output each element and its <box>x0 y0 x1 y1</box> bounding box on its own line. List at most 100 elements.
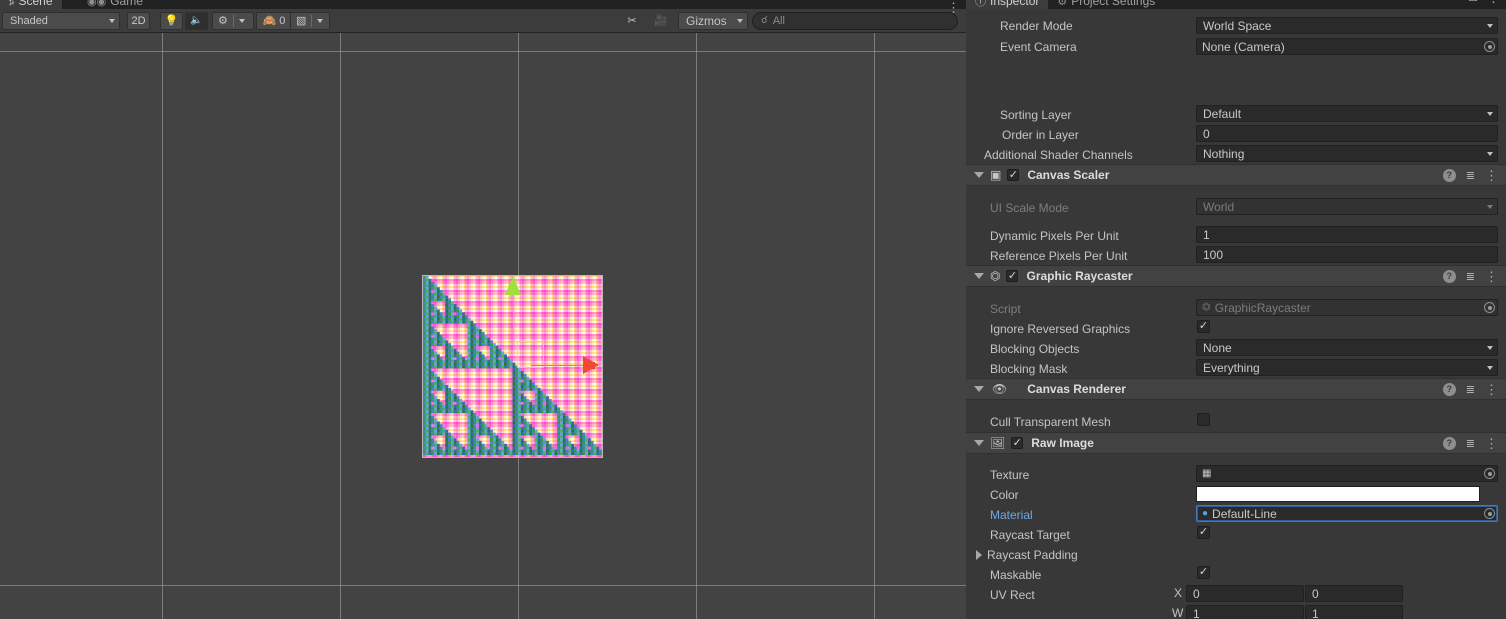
hidden-objects-button[interactable]: 🙈 0 <box>256 12 292 30</box>
blocking-mask-dropdown[interactable]: Everything <box>1196 359 1498 376</box>
gizmo-y-arrow[interactable] <box>505 276 521 295</box>
draw-mode-dropdown[interactable]: Shaded <box>2 12 120 30</box>
component-header-canvas-scaler[interactable]: ▣ ✓ Canvas Scaler ? ≣ ⋮ <box>966 164 1506 186</box>
kebab-menu-icon[interactable]: ⋮ <box>1485 270 1498 283</box>
scene-fx-control[interactable]: ⚙ <box>212 12 254 30</box>
tab-game[interactable]: ◉◉ Game <box>78 0 152 9</box>
tools-icon: ✂ <box>627 14 636 27</box>
scene-search-value: All <box>773 15 785 27</box>
object-picker-icon[interactable] <box>1484 41 1495 52</box>
kebab-menu-icon[interactable]: ⋮ <box>1485 169 1498 182</box>
dynamic-ppu-input[interactable]: 1 <box>1196 226 1498 243</box>
uv-rect-x-input[interactable]: 0 <box>1186 585 1304 602</box>
tab-inspector[interactable]: ⓘ Inspector <box>966 0 1048 9</box>
inspector-icon: ⓘ <box>975 0 986 8</box>
row-raycast-padding[interactable]: Raycast Padding <box>966 545 1078 565</box>
help-icon[interactable]: ? <box>1443 437 1456 450</box>
foldout-arrow-icon[interactable] <box>974 440 984 446</box>
row-event-camera: Event Camera <box>966 37 1077 57</box>
material-object-field[interactable]: ● Default-Line <box>1196 505 1498 522</box>
object-picker-icon[interactable] <box>1484 508 1495 519</box>
order-in-layer-label: Order in Layer <box>1002 128 1079 142</box>
additional-shader-channels-value: Nothing <box>1203 147 1244 161</box>
row-order-in-layer: Order in Layer <box>966 125 1079 145</box>
toggle-2d-button[interactable]: 2D <box>127 12 150 30</box>
color-swatch[interactable] <box>1196 486 1480 502</box>
script-label: Script <box>990 302 1021 316</box>
draw-mode-value: Shaded <box>10 15 48 27</box>
kebab-menu-icon[interactable]: ⋮ <box>1485 437 1498 450</box>
gizmos-control[interactable]: Gizmos <box>678 12 748 30</box>
additional-shader-channels-dropdown[interactable]: Nothing <box>1196 145 1498 162</box>
component-header-icons: ? ≣ ⋮ <box>1443 165 1498 185</box>
component-header-raw-image[interactable]: 🖼 ✓ Raw Image ? ≣ ⋮ <box>966 432 1506 454</box>
blocking-objects-label: Blocking Objects <box>990 342 1079 356</box>
ignore-reversed-checkbox[interactable]: ✓ <box>1197 320 1210 333</box>
foldout-arrow-icon[interactable] <box>974 273 984 279</box>
chevron-down-icon[interactable] <box>312 13 328 29</box>
raycast-target-checkbox[interactable]: ✓ <box>1197 526 1210 539</box>
raw-image-enabled-checkbox[interactable]: ✓ <box>1011 437 1023 449</box>
preset-icon[interactable]: ≣ <box>1466 270 1475 283</box>
scene-tools-button[interactable]: ✂ <box>620 12 644 30</box>
scene-viewport[interactable] <box>0 33 966 619</box>
component-header-graphic-raycaster[interactable]: ⏣ ✓ Graphic Raycaster ? ≣ ⋮ <box>966 265 1506 287</box>
rect-transform-handle[interactable] <box>517 341 544 368</box>
help-icon[interactable]: ? <box>1443 169 1456 182</box>
chevron-down-icon[interactable] <box>234 13 250 29</box>
event-camera-object-field[interactable]: None (Camera) <box>1196 38 1498 55</box>
render-mode-dropdown[interactable]: World Space <box>1196 17 1498 34</box>
material-value: Default-Line <box>1212 507 1480 521</box>
scene-audio-toggle[interactable]: 🔈 <box>185 12 208 30</box>
grid-snap-icon[interactable]: ▧ <box>291 13 311 29</box>
maximize-icon[interactable]: ☐ <box>1468 0 1478 4</box>
lightbulb-icon: 💡 <box>165 14 179 27</box>
canvas-scaler-enabled-checkbox[interactable]: ✓ <box>1007 169 1019 181</box>
graphic-raycaster-enabled-checkbox[interactable]: ✓ <box>1006 270 1018 282</box>
help-icon[interactable]: ? <box>1443 270 1456 283</box>
chevron-down-icon[interactable] <box>732 13 748 29</box>
foldout-arrow-icon[interactable] <box>974 386 984 392</box>
preset-icon[interactable]: ≣ <box>1466 383 1475 396</box>
blocking-objects-dropdown[interactable]: None <box>1196 339 1498 356</box>
tab-scene[interactable]: ♯ Scene <box>0 0 62 9</box>
effects-icon[interactable]: ⚙ <box>213 13 233 29</box>
grid-line-vertical <box>696 33 697 619</box>
help-icon[interactable]: ? <box>1443 383 1456 396</box>
reference-ppu-label: Reference Pixels Per Unit <box>990 249 1127 263</box>
reference-ppu-input[interactable]: 100 <box>1196 246 1498 263</box>
foldout-arrow-icon[interactable] <box>976 550 982 560</box>
grid-snap-control[interactable]: ▧ <box>290 12 330 30</box>
grid-line-horizontal <box>0 585 966 586</box>
tab-project-settings[interactable]: ⚙ Project Settings <box>1048 0 1164 9</box>
maskable-checkbox[interactable]: ✓ <box>1197 566 1210 579</box>
foldout-arrow-icon[interactable] <box>974 172 984 178</box>
gizmos-label[interactable]: Gizmos <box>679 13 732 29</box>
chevron-down-icon <box>1487 112 1493 116</box>
texture-object-field[interactable]: ▦ <box>1196 465 1498 482</box>
row-ignore-reversed-graphics: Ignore Reversed Graphics <box>966 319 1130 339</box>
scene-panel-menu-icon[interactable]: ⋮ <box>947 1 960 14</box>
tab-inspector-label: Inspector <box>990 0 1039 8</box>
cull-transparent-checkbox[interactable] <box>1197 413 1210 426</box>
component-header-canvas-renderer[interactable]: 👁 Canvas Renderer ? ≣ ⋮ <box>966 378 1506 400</box>
uv-rect-w-input[interactable]: 1 <box>1186 605 1304 619</box>
dynamic-ppu-label: Dynamic Pixels Per Unit <box>990 229 1119 243</box>
scene-lighting-toggle[interactable]: 💡 <box>160 12 183 30</box>
uv-rect-y-input[interactable]: 0 <box>1305 585 1403 602</box>
cull-transparent-label: Cull Transparent Mesh <box>990 415 1111 429</box>
object-picker-icon[interactable] <box>1484 468 1495 479</box>
ignore-reversed-label: Ignore Reversed Graphics <box>990 322 1130 336</box>
scene-camera-icon[interactable]: 🎥 <box>649 13 673 29</box>
canvas-scaler-icon: ▣ <box>990 168 1001 182</box>
inspector-menu-icon[interactable]: ⋮ <box>1487 0 1500 4</box>
scene-search-input[interactable]: ☌ All <box>752 12 958 30</box>
uv-rect-h-input[interactable]: 1 <box>1305 605 1403 619</box>
preset-icon[interactable]: ≣ <box>1466 437 1475 450</box>
eye-slash-icon: 🙈 <box>263 14 277 27</box>
order-in-layer-input[interactable]: 0 <box>1196 125 1498 142</box>
preset-icon[interactable]: ≣ <box>1466 169 1475 182</box>
kebab-menu-icon[interactable]: ⋮ <box>1485 383 1498 396</box>
gizmo-x-arrow[interactable] <box>583 356 599 374</box>
sorting-layer-dropdown[interactable]: Default <box>1196 105 1498 122</box>
